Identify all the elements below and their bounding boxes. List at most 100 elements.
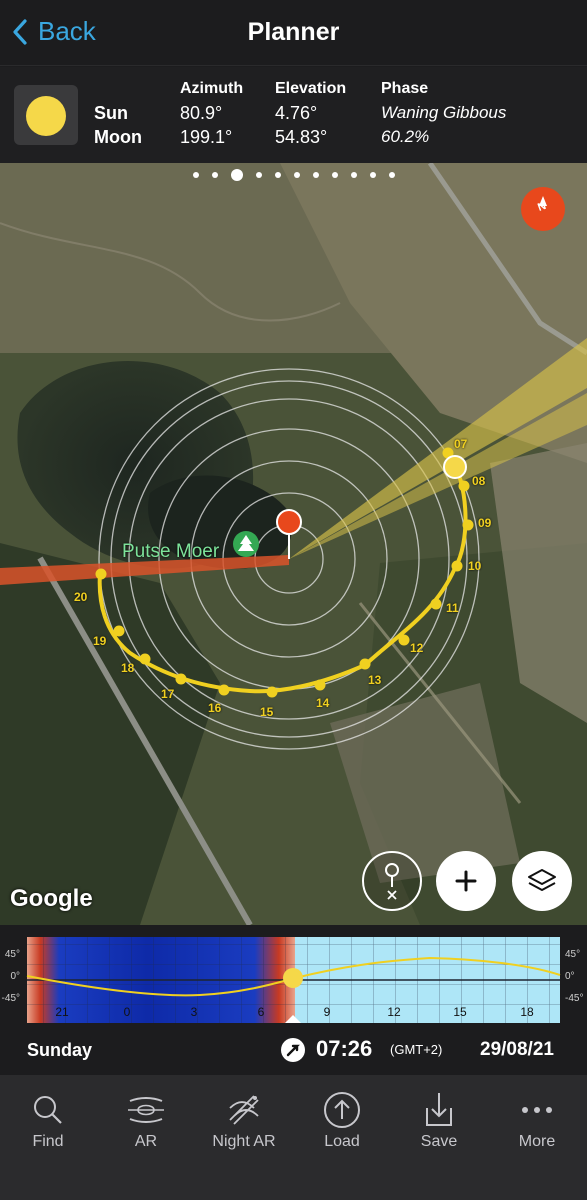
sun-hour-label: 18 [121,661,135,675]
sun-hour-label: 12 [410,641,424,655]
tab-night-ar[interactable]: Night AR [194,1087,294,1151]
sun-hour-label: 09 [478,516,492,530]
elevation-tick-label: -45° [565,993,584,1004]
sun-hour-dot [458,480,470,492]
date-label[interactable]: 29/08/21 [480,1039,554,1061]
current-sun-position [443,455,467,479]
time-label[interactable]: 07:26 [316,1036,372,1062]
elevation-tick-label: -45° [1,993,20,1004]
page-dot[interactable] [192,172,199,178]
tab-find[interactable]: Find [0,1087,98,1151]
azimuth-header: Azimuth [180,80,244,97]
sun-hour-label: 15 [260,705,274,719]
map-overlay [0,163,587,925]
sun-hour-dot [139,653,151,665]
sun-hour-label: 14 [316,696,330,710]
clear-pin-button[interactable] [362,851,422,911]
page-dot[interactable] [350,172,357,178]
sun-hour-label: 19 [93,634,107,648]
sun-hour-label: 17 [161,687,175,701]
elevation-tick-label: 0° [565,971,575,982]
time-mode-button[interactable] [281,1038,305,1062]
sun-label: Sun [94,103,128,123]
day-timeline-graph[interactable] [0,925,587,1025]
sun-moon-info-panel: Azimuth Elevation Phase Sun Moon 80.9° 1… [0,67,587,163]
moon-phase: Waning Gibbous [381,103,507,122]
sun-hour-dot [398,634,410,646]
day-label: Sunday [27,1040,93,1060]
night-ar-icon [229,1095,259,1125]
timeline-hour-label: 3 [190,1005,198,1019]
timeline-hour-label: 12 [387,1005,401,1019]
zoom-in-button[interactable] [436,851,496,911]
timeline-handle[interactable] [283,968,303,988]
ar-icon [128,1097,164,1123]
page-indicator[interactable] [0,168,587,182]
timeline-hour-label: 6 [257,1005,265,1019]
timeline-scrubber[interactable]: 45° 0° -45° 45° 0° -45° 21 0 3 6 9 12 15 18 [0,925,587,1025]
sun-hour-label: 16 [208,701,222,715]
page-dot[interactable] [331,172,338,178]
page-dot[interactable] [312,172,319,178]
timeline-hour-label: 9 [323,1005,331,1019]
place-label: Putse Moer [122,541,220,562]
tab-label-save: Save [420,1133,458,1150]
elevation-header: Elevation [275,80,347,97]
tab-load[interactable]: Load [292,1087,392,1151]
bottom-tab-bar: Find AR Night AR Load Save More [0,1075,587,1200]
sun-button[interactable] [14,85,78,145]
sun-icon [26,96,66,136]
sun-hour-dot [95,568,107,580]
load-icon [324,1092,360,1128]
sun-hour-dot [266,686,278,698]
layers-button[interactable] [512,851,572,911]
page-dot[interactable] [274,172,281,178]
tab-ar[interactable]: AR [96,1087,196,1151]
page-dot[interactable] [388,172,395,178]
tab-save[interactable]: Save [389,1087,489,1151]
search-icon [34,1096,62,1124]
save-icon [426,1093,452,1126]
timeline-hour-label: 21 [55,1005,69,1019]
tab-more[interactable]: More [487,1087,587,1151]
page-dot[interactable] [369,172,376,178]
elevation-tick-label: 45° [4,949,20,960]
page-dot[interactable] [255,172,262,178]
timeline-hour-label: 15 [453,1005,467,1019]
sun-hour-dot [462,519,474,531]
plus-icon [455,870,477,892]
sun-hour-label: 10 [468,559,482,573]
timeline-hour-label: 0 [123,1005,131,1019]
page-dot[interactable] [293,172,300,178]
sun-elevation: 4.76° [275,103,318,123]
date-time-bar: Sunday 07:26 (GMT+2) 29/08/21 [0,1025,587,1075]
tab-label-ar: AR [134,1133,158,1150]
layers-icon [528,869,556,891]
google-logo: Google [10,885,93,912]
moon-illumination: 60.2% [381,127,430,146]
sun-hour-dot [359,658,371,670]
page-title: Planner [247,18,340,46]
more-icon [522,1107,552,1113]
sun-hour-dot [314,679,326,691]
tab-label-night-ar: Night AR [212,1133,276,1150]
elevation-tick-label: 0° [10,971,20,982]
location-pin[interactable] [276,509,302,535]
tab-label-more: More [518,1133,556,1150]
moon-azimuth: 199.1° [180,127,233,147]
page-dot[interactable] [211,172,218,178]
tab-label-find: Find [32,1133,64,1150]
tab-label-load: Load [324,1133,360,1150]
sun-hour-label: 08 [472,474,486,488]
page-dot-active[interactable] [230,169,243,181]
sun-hour-dot [113,625,125,637]
timezone-label: (GMT+2) [390,1042,443,1057]
sun-hour-dot [175,673,187,685]
pin-clear-icon [385,863,399,900]
sun-azimuth: 80.9° [180,103,223,123]
satellite-map[interactable]: N Putse Moer 07 08 09 10 11 12 13 14 15 16 17 18 19 2… [0,163,587,925]
moon-label: Moon [94,127,142,147]
sun-hour-label: 11 [446,601,459,615]
elevation-tick-label: 45° [565,949,581,960]
compass-button[interactable]: N [521,187,565,231]
